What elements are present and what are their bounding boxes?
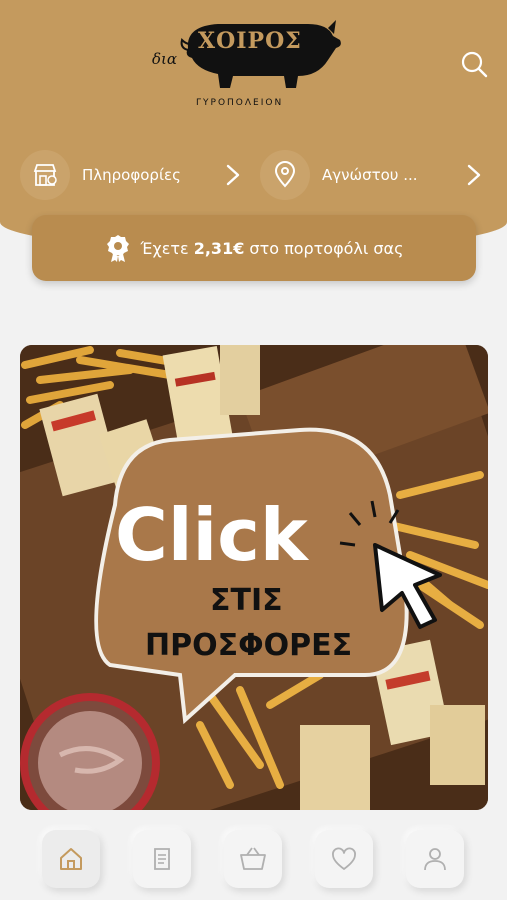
heart-icon [332, 847, 356, 870]
cart-icon [240, 847, 266, 870]
brand-logo[interactable]: δια ΧΟΙΡΟΣ ΓΥΡΟΠΟΛΕΙΟΝ [150, 18, 341, 113]
tab-home[interactable] [42, 830, 100, 888]
logo-subtitle: ΓΥΡΟΠΟΛΕΙΟΝ [196, 98, 284, 108]
wallet-suffix: στο πορτοφόλι σας [249, 238, 404, 258]
tab-profile[interactable] [406, 830, 464, 888]
bottom-navigation [0, 820, 507, 900]
chevron-right-icon [467, 164, 481, 186]
user-icon [424, 848, 446, 871]
location-icon-wrapper [260, 150, 310, 200]
offers-banner[interactable]: Click ΣΤΙΣ ΠΡΟΣΦΟΡΕΣ [20, 345, 488, 810]
wallet-amount: 2,31€ [193, 238, 245, 258]
banner-stis-text: ΣΤΙΣ [210, 583, 283, 618]
orders-icon [154, 848, 170, 870]
tab-cart[interactable] [224, 830, 282, 888]
header: δια ΧΟΙΡΟΣ ΓΥΡΟΠΟΛΕΙΟΝ Πληροφορίες Αγνώσ… [0, 0, 507, 250]
info-label: Πληροφορίες [82, 166, 181, 184]
location-button[interactable]: Αγνώστου ... [260, 150, 490, 200]
tab-orders[interactable] [133, 830, 191, 888]
search-icon [461, 51, 488, 78]
badge-icon [106, 235, 129, 262]
wallet-text: Έχετε 2,31€ στο πορτοφόλι σας [141, 239, 404, 258]
wallet-prefix: Έχετε [140, 238, 189, 258]
wallet-banner[interactable]: Έχετε 2,31€ στο πορτοφόλι σας [32, 215, 476, 281]
banner-click-text: Click [115, 493, 310, 577]
store-icon [33, 164, 57, 186]
store-icon-wrapper [20, 150, 70, 200]
offers-banner-image: Click ΣΤΙΣ ΠΡΟΣΦΟΡΕΣ [20, 345, 488, 810]
location-label: Αγνώστου ... [322, 166, 418, 184]
tab-favorites[interactable] [315, 830, 373, 888]
banner-prosfores-text: ΠΡΟΣΦΟΡΕΣ [145, 628, 352, 663]
home-icon [60, 848, 82, 870]
logo-prefix: δια [152, 50, 178, 68]
chevron-right-icon [226, 164, 240, 186]
info-button[interactable]: Πληροφορίες [20, 150, 245, 200]
info-location-row: Πληροφορίες Αγνώστου ... [0, 150, 507, 200]
logo-name: ΧΟΙΡΟΣ [198, 28, 302, 54]
location-pin-icon [274, 161, 296, 188]
search-button[interactable] [458, 48, 490, 80]
